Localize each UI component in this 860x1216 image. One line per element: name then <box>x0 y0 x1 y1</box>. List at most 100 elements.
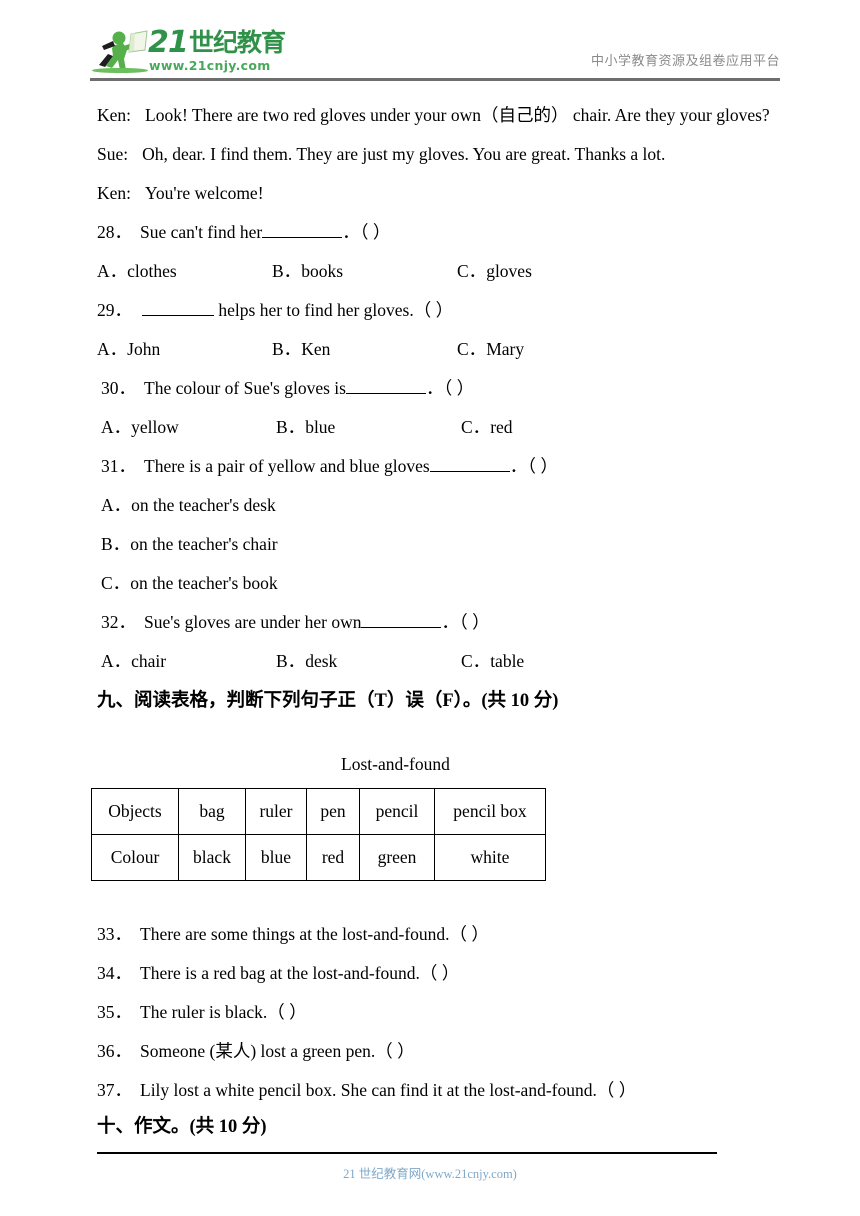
question-text: helps her to find her gloves.（ ） <box>214 300 454 320</box>
true-false-item: 35． The ruler is black.（ ） <box>97 993 797 1032</box>
option-text[interactable]: on the teacher's chair <box>130 534 277 554</box>
option-row: A．John B．Ken C．Mary <box>97 330 777 369</box>
question-number: 28． <box>97 222 132 242</box>
dialogue-line: Ken: Look! There are two red gloves under… <box>97 96 777 135</box>
option-label: A． <box>97 261 128 281</box>
option-text[interactable]: red <box>490 417 512 437</box>
option-label: C． <box>461 651 491 671</box>
question-text: The colour of Sue's gloves is <box>144 378 346 398</box>
option-text[interactable]: books <box>301 261 343 281</box>
option-text[interactable]: chair <box>131 651 166 671</box>
true-false-item: 33． There are some things at the lost-and… <box>97 915 797 954</box>
footer-site-link[interactable]: 21 世纪教育网(www.21cnjy.com) <box>0 1163 860 1182</box>
answer-blank[interactable] <box>345 393 426 394</box>
header-tagline: 中小学教育资源及组卷应用平台 <box>590 54 780 69</box>
option-label: C． <box>457 339 487 359</box>
question-number: 30． <box>101 378 136 398</box>
question-text[interactable]: Someone (某人) lost a green pen.（ ） <box>140 1041 415 1061</box>
question-text[interactable]: There is a red bag at the lost-and-found… <box>140 963 459 983</box>
option-row: B．on the teacher's chair <box>97 525 777 564</box>
page-header: 21 世纪教育 www.21cnjy.com 中小学教育资源及组卷应用平台 <box>90 24 780 82</box>
table-row: Objects bag ruler pen pencil pencil box <box>91 788 546 835</box>
question-number: 31． <box>101 456 136 476</box>
question-number: 35． <box>97 1002 132 1022</box>
true-false-item: 37． Lily lost a white pencil box. She can… <box>97 1071 797 1110</box>
option-row: A．yellow B．blue C．red <box>97 408 777 447</box>
question-tail: ．（ ） <box>342 222 391 242</box>
question-tail: ．（ ） <box>441 612 490 632</box>
dialogue-text: You're welcome! <box>145 183 264 203</box>
brand-logo: 21 世纪教育 www.21cnjy.com <box>90 24 300 80</box>
option-label: A． <box>101 495 132 515</box>
option-text[interactable]: desk <box>305 651 337 671</box>
table-cell: white <box>434 834 546 881</box>
table-cell: pencil box <box>434 788 546 835</box>
option-label: A． <box>97 339 128 359</box>
option-label: B． <box>276 417 306 437</box>
dialogue-text: Look! There are two red gloves under you… <box>145 105 770 125</box>
section-nine-heading: 九、阅读表格，判断下列句子正（T）误（F）。(共 10 分) <box>97 691 559 711</box>
logo-number-text: 21 <box>148 25 189 60</box>
option-label: A． <box>101 651 132 671</box>
option-text[interactable]: on the teacher's book <box>130 573 277 593</box>
question-number: 29． <box>97 300 132 320</box>
option-label: B． <box>272 261 302 281</box>
logo-swoosh-decoration <box>92 68 148 73</box>
question-text: Sue's gloves are under her own <box>144 612 362 632</box>
option-text[interactable]: gloves <box>486 261 532 281</box>
answer-blank[interactable] <box>429 471 510 472</box>
true-false-item: 34． There is a red bag at the lost-and-fo… <box>97 954 797 993</box>
option-row: A．clothes B．books C．gloves <box>97 252 777 291</box>
table-cell: bag <box>178 788 246 835</box>
question-text[interactable]: There are some things at the lost-and-fo… <box>140 924 489 944</box>
document-page: 21 世纪教育 www.21cnjy.com 中小学教育资源及组卷应用平台 Ke… <box>0 0 860 1216</box>
option-text[interactable]: Ken <box>301 339 330 359</box>
table-cell: black <box>178 834 246 881</box>
option-text[interactable]: Mary <box>486 339 524 359</box>
dialogue-speaker: Sue: <box>97 144 129 164</box>
option-label: B． <box>101 534 131 554</box>
dialogue-line: Sue: Oh, dear. I find them. They are just… <box>97 135 777 174</box>
true-false-questions: 33． There are some things at the lost-and… <box>97 915 797 1110</box>
table-caption: Lost-and-found <box>341 754 450 774</box>
question-stem: 28． Sue can't find her ．（ ） <box>97 213 777 252</box>
option-row: A．chair B．desk C．table <box>97 642 777 681</box>
question-tail: ．（ ） <box>425 378 475 398</box>
logo-chinese-text: 世纪教育 <box>189 28 286 57</box>
option-label: C． <box>101 573 131 593</box>
option-text[interactable]: clothes <box>127 261 177 281</box>
question-text: Sue can't find her <box>140 222 263 242</box>
option-text[interactable]: on the teacher's desk <box>131 495 276 515</box>
dialogue-text: Oh, dear. I find them. They are just my … <box>142 144 666 164</box>
question-tail: ．（ ） <box>509 456 558 476</box>
footer-divider <box>97 1152 717 1154</box>
option-label: B． <box>272 339 302 359</box>
option-text[interactable]: blue <box>305 417 335 437</box>
question-stem: 30． The colour of Sue's gloves is ．（ ） <box>97 369 777 408</box>
option-text[interactable]: table <box>490 651 524 671</box>
option-row: A．on the teacher's desk <box>97 486 777 525</box>
option-text[interactable]: John <box>127 339 160 359</box>
question-text[interactable]: Lily lost a white pencil box. She can fi… <box>140 1080 636 1100</box>
option-row: C．on the teacher's book <box>97 564 777 603</box>
question-stem: 31． There is a pair of yellow and blue gl… <box>97 447 777 486</box>
table-cell: blue <box>245 834 307 881</box>
running-person-with-flag-icon <box>99 30 148 70</box>
answer-blank[interactable] <box>142 315 214 316</box>
exam-body: Ken: Look! There are two red gloves under… <box>97 96 777 721</box>
logo-url-text: www.21cnjy.com <box>149 58 271 73</box>
dialogue-speaker: Ken: <box>97 105 132 125</box>
table-row: Colour black blue red green white <box>91 834 546 881</box>
option-label: C． <box>457 261 487 281</box>
answer-blank[interactable] <box>262 237 343 238</box>
table-cell: pencil <box>359 788 435 835</box>
question-text[interactable]: The ruler is black.（ ） <box>140 1002 307 1022</box>
option-text[interactable]: yellow <box>131 417 179 437</box>
answer-blank[interactable] <box>361 627 442 628</box>
table-cell: ruler <box>245 788 307 835</box>
dialogue-line: Ken: You're welcome! <box>97 174 777 213</box>
table-cell: red <box>306 834 360 881</box>
table-cell: pen <box>306 788 360 835</box>
dialogue-speaker: Ken: <box>97 183 132 203</box>
option-label: A． <box>101 417 132 437</box>
